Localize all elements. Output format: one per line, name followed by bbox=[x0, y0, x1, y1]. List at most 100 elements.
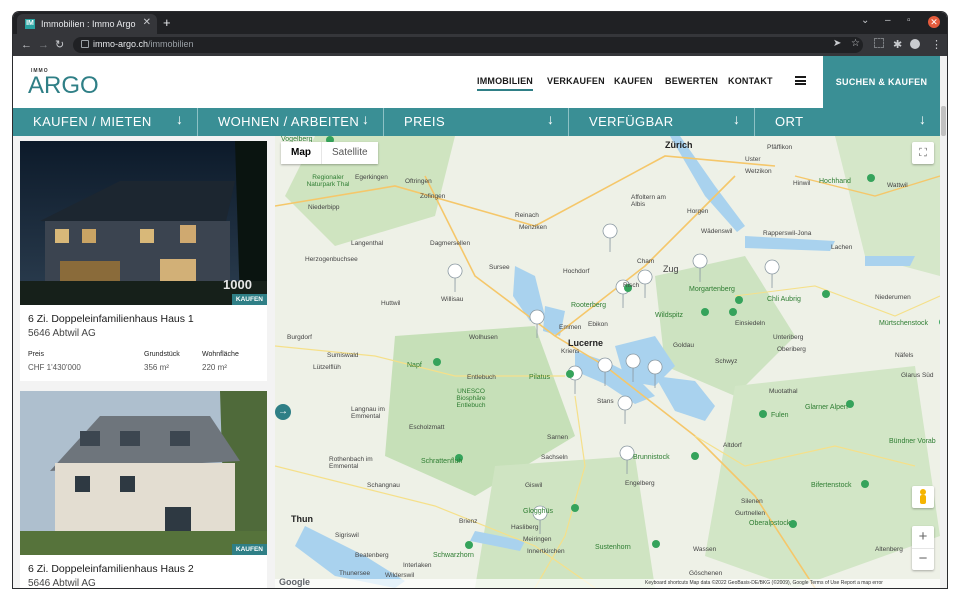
puzzle-icon[interactable]: ✱ bbox=[893, 37, 902, 53]
map-label-lucerne: Lucerne bbox=[568, 338, 604, 348]
listing-location: 5646 Abtwil AG bbox=[28, 328, 96, 339]
map-canvas[interactable] bbox=[275, 136, 940, 588]
filter-wohnen-arbeiten[interactable]: WOHNEN / ARBEITEN ↓ bbox=[198, 108, 384, 136]
tab-active[interactable]: IM Immobilien : Immo Argo ✕ bbox=[17, 14, 157, 34]
map-attribution-text[interactable]: Keyboard shortcuts Map data ©2022 GeoBas… bbox=[645, 580, 883, 586]
reload-icon[interactable]: ↻ bbox=[55, 37, 64, 53]
street-view-pegman-icon[interactable] bbox=[912, 486, 934, 508]
google-logo[interactable]: Google bbox=[279, 577, 310, 587]
filter-label: KAUFEN / MIETEN bbox=[33, 114, 152, 129]
map-view-button[interactable]: Map bbox=[281, 142, 321, 164]
bookmark-star-icon[interactable]: ☆ bbox=[851, 38, 860, 49]
map-label: Hochdorf bbox=[563, 268, 590, 275]
browser-window: IM Immobilien : Immo Argo ✕ + ⌄ – ▫ ✕ ← … bbox=[13, 12, 947, 588]
expand-panel-arrow-icon[interactable]: → bbox=[275, 404, 291, 420]
map-label: Chli Aubrig bbox=[767, 296, 801, 303]
map-label: Wattwil bbox=[887, 182, 908, 189]
living-area-label: Wohnfläche bbox=[202, 351, 239, 358]
listing-card[interactable]: KAUFEN 6 Zi. Doppeleinfamilienhaus Haus … bbox=[20, 391, 267, 588]
price-value: CHF 1'430'000 bbox=[28, 363, 81, 372]
price-label: Preis bbox=[28, 351, 44, 358]
new-tab-icon[interactable]: + bbox=[163, 15, 171, 31]
favicon-icon: IM bbox=[25, 19, 35, 29]
satellite-view-button[interactable]: Satellite bbox=[321, 142, 378, 164]
tab-bar: IM Immobilien : Immo Argo ✕ + ⌄ – ▫ ✕ bbox=[13, 12, 947, 34]
map-label: Unteriberg bbox=[773, 334, 804, 341]
map-label: Sustenhorn bbox=[595, 544, 631, 551]
close-tab-icon[interactable]: ✕ bbox=[143, 17, 151, 28]
map-label: Wildspitz bbox=[655, 312, 684, 319]
zoom-in-button[interactable]: + bbox=[912, 526, 934, 548]
zoom-controls: + − bbox=[912, 526, 934, 570]
back-icon[interactable]: ← bbox=[21, 37, 32, 53]
menu-kebab-icon[interactable]: ⋮ bbox=[931, 37, 942, 53]
map-label: Ebikon bbox=[588, 321, 608, 328]
listing-card[interactable]: 1000 KAUFEN 6 Zi. Doppeleinfamilienhaus … bbox=[20, 141, 267, 381]
filter-bar: KAUFEN / MIETEN ↓ WOHNEN / ARBEITEN ↓ PR… bbox=[13, 108, 940, 136]
window-close-icon[interactable]: ✕ bbox=[928, 16, 940, 28]
map-label: Entlebuch bbox=[467, 374, 496, 381]
map-label: Risch bbox=[623, 282, 640, 289]
map-label: Horgen bbox=[687, 208, 709, 215]
filter-verfuegbar[interactable]: VERFÜGBAR ↓ bbox=[569, 108, 755, 136]
zoom-out-button[interactable]: − bbox=[912, 548, 934, 571]
filter-kaufen-mieten[interactable]: KAUFEN / MIETEN ↓ bbox=[13, 108, 198, 136]
nav-verkaufen[interactable]: VERKAUFEN bbox=[547, 76, 605, 86]
living-area-value: 220 m² bbox=[202, 363, 227, 372]
map-label: Schwyz bbox=[715, 358, 738, 365]
listing-title[interactable]: 6 Zi. Doppeleinfamilienhaus Haus 2 bbox=[28, 563, 194, 575]
map-label: Kriens bbox=[561, 348, 580, 355]
minimize-icon[interactable]: – bbox=[885, 15, 891, 26]
map-label: Sachseln bbox=[541, 454, 568, 461]
listing-photo[interactable]: KAUFEN bbox=[20, 391, 267, 555]
page-scrollbar[interactable] bbox=[940, 56, 947, 588]
profile-avatar-icon[interactable] bbox=[910, 39, 920, 49]
map-label: Hochhand bbox=[819, 178, 851, 185]
nav-immobilien[interactable]: IMMOBILIEN bbox=[477, 76, 533, 91]
arrow-down-icon: ↓ bbox=[547, 111, 554, 127]
map-label: Glogghüs bbox=[523, 508, 553, 515]
extension-icon[interactable] bbox=[874, 38, 884, 48]
map-label: Egerkingen bbox=[355, 174, 388, 181]
filter-preis[interactable]: PREIS ↓ bbox=[384, 108, 569, 136]
map-label: Sarnen bbox=[547, 434, 568, 441]
hamburger-menu-icon[interactable] bbox=[795, 76, 806, 85]
filter-ort[interactable]: ORT ↓ bbox=[755, 108, 940, 136]
map-label: Hasliberg bbox=[511, 524, 539, 531]
map-label: Bifertenstock bbox=[811, 482, 852, 489]
map-label: Meiringen bbox=[523, 536, 552, 543]
listing-title[interactable]: 6 Zi. Doppeleinfamilienhaus Haus 1 bbox=[28, 313, 194, 325]
map-label: Wädenswil bbox=[701, 228, 733, 235]
site-logo[interactable]: ARGO bbox=[28, 72, 99, 100]
map-label: Rothenbach im Emmental bbox=[329, 456, 373, 470]
tab-search-icon[interactable]: ⌄ bbox=[861, 15, 869, 26]
address-bar[interactable]: immo-argo.ch/immobilien ➤ ☆ bbox=[73, 37, 863, 53]
plot-label: Grundstück bbox=[144, 351, 180, 358]
map-label-zurich: Zürich bbox=[665, 140, 693, 150]
listing-photo[interactable]: 1000 KAUFEN bbox=[20, 141, 267, 305]
nav-kaufen[interactable]: KAUFEN bbox=[614, 76, 653, 86]
send-icon[interactable]: ➤ bbox=[833, 38, 841, 49]
nav-bewerten[interactable]: BEWERTEN bbox=[665, 76, 718, 86]
maximize-icon[interactable]: ▫ bbox=[907, 15, 911, 26]
nav-kontakt[interactable]: KONTAKT bbox=[728, 76, 773, 86]
map-label: Sursee bbox=[489, 264, 510, 271]
scrollbar-thumb[interactable] bbox=[941, 106, 946, 136]
browser-toolbar: ← → ↻ immo-argo.ch/immobilien ➤ ☆ ✱ ⋮ bbox=[13, 34, 947, 56]
listing-panel[interactable]: 1000 KAUFEN 6 Zi. Doppeleinfamilienhaus … bbox=[13, 136, 275, 588]
map-label: Uster bbox=[745, 156, 761, 163]
tab-title: Immobilien : Immo Argo bbox=[41, 19, 136, 29]
map-area[interactable]: Zürich Lucerne Thun Vogelberg Regionaler… bbox=[275, 136, 940, 588]
map-label: Morgartenberg bbox=[689, 286, 735, 293]
arrow-down-icon: ↓ bbox=[176, 111, 183, 127]
map-label: Affoltern am Albis bbox=[631, 194, 666, 208]
search-buy-button[interactable]: SUCHEN & KAUFEN bbox=[823, 56, 940, 108]
map-label: Mürtschenstock bbox=[879, 320, 929, 327]
map-label: Pfäffikon bbox=[767, 144, 793, 151]
map-label: Einsiedeln bbox=[735, 320, 765, 327]
map-label: Wilderswil bbox=[385, 572, 415, 579]
map-label: UNESCO Biosphäre Entlebuch bbox=[456, 388, 486, 409]
forward-icon[interactable]: → bbox=[38, 37, 49, 53]
fullscreen-icon[interactable]: ⛶ bbox=[912, 142, 934, 164]
map-label: Sigriswil bbox=[335, 532, 359, 539]
